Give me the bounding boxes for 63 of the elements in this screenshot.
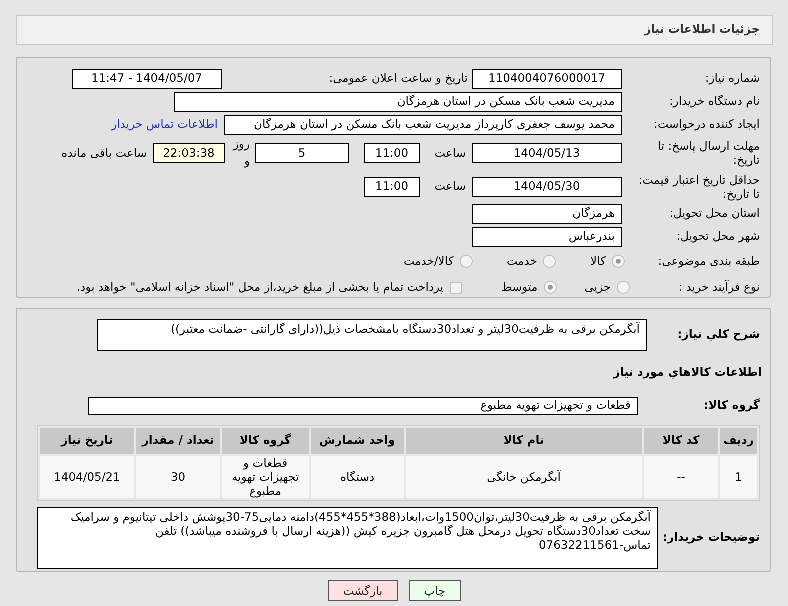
time-field: 11:00: [364, 143, 420, 164]
field-label: استان محل تحویل:: [668, 205, 761, 222]
province-field: هرمزگان: [472, 204, 622, 224]
radio-button[interactable]: [612, 255, 625, 268]
column-header: ردیف: [720, 428, 757, 454]
announce-date-field: 1404/05/07 - 11:47: [72, 68, 222, 88]
field-label: نام دستگاه خریدار:: [668, 92, 761, 110]
city-field: بندرعباس: [472, 227, 622, 247]
column-header: تاریخ نیاز: [40, 428, 134, 454]
days-field: 5: [255, 143, 349, 164]
radio-button[interactable]: [543, 255, 556, 268]
remaining-time-field: 22:03:38: [153, 143, 225, 164]
table-cell: قطعات و تجهیزات تهویه مطبوع: [222, 456, 310, 498]
field-label: تاریخ و ساعت اعلان عمومی:: [328, 70, 469, 87]
radio-label: متوسط: [502, 278, 538, 296]
remaining-label: ساعت باقی مانده: [62, 144, 148, 162]
column-header: واحد شمارش: [311, 428, 404, 454]
field-label: شهر محل تحویل:: [676, 228, 761, 246]
radio-button[interactable]: [544, 281, 557, 294]
field-label: ایجاد کننده درخواست:: [653, 116, 761, 133]
table-cell: 30: [136, 456, 220, 498]
field-label: شماره نیاز:: [704, 70, 761, 87]
buyer-field: مدیریت شعب بانک مسکن در استان هرمزگان: [174, 92, 622, 112]
radio-button[interactable]: [460, 255, 473, 268]
radio-label: جزیی: [584, 278, 611, 296]
description-field: آبگرمکن برقی به ظرفیت30لیتر و تعداد30دستگاه بامشخصات ذیل((دارای گارانتی -ضمانت معتبر)): [97, 319, 647, 351]
requester-field: محمد یوسف جعفری کارپرداز مدیریت شعب بانک مسکن در استان هرمزگان: [224, 114, 622, 134]
table-cell: 1404/05/21: [40, 456, 134, 498]
need-number-field: 1104004076000017: [472, 68, 622, 88]
back-button[interactable]: بازگشت: [328, 580, 398, 601]
column-header: نام کالا: [406, 428, 642, 454]
section-title: اطلاعات کالاهاي مورد نياز: [614, 364, 762, 381]
page-title: جزئیات اطلاعات نیاز: [644, 21, 760, 38]
field-label: مهلت ارسال پاسخ: تا تاریخ:: [656, 139, 761, 168]
time-label: ساعت: [434, 178, 467, 195]
field-label: گروه کالا:: [703, 396, 761, 414]
column-header: گروه کالا: [222, 428, 310, 454]
field-label: حداقل تاریخ اعتبار قیمت: تا تاریخ:: [638, 172, 761, 200]
field-label: توضیحات خریدار:: [662, 529, 761, 546]
print-button[interactable]: چاپ: [409, 580, 461, 601]
goods-group-field: قطعات و تجهیزات تهویه مطبوع: [88, 396, 638, 414]
table-cell: آبگرمکن خانگی: [406, 456, 642, 498]
table-cell: --: [644, 456, 718, 498]
days-label: روز و: [232, 136, 251, 170]
radio-label: خدمت: [506, 252, 538, 270]
radio-button[interactable]: [617, 281, 630, 294]
field-label: طبقه بندی موضوعی:: [657, 252, 761, 270]
column-header: تعداد / مقدار: [136, 428, 220, 454]
time-label: ساعت: [434, 144, 467, 162]
payment-note: پرداخت تمام یا بخشی از مبلغ خرید،از محل "اسناد خزانه اسلامی" خواهد بود.: [76, 278, 444, 296]
time-field: 11:00: [364, 176, 420, 196]
column-header: کد کالا: [644, 428, 718, 454]
table-cell: 1: [720, 456, 757, 498]
notes-field: آبگرمکن برقی به ظرفیت30لیتر،توان1500وات،ابعاد(388*455*455)دامنه دمایی75-30پوشش داخلی تیتانیوم و سرامیک سخت تعداد30دستگاه تحویل درمحل هتل گامبرون جزیره کیش ((هزینه ارسال با فروشنده میباشد)) تلفن تماس-07632211561: [37, 507, 658, 569]
checkbox[interactable]: [450, 282, 462, 294]
date-field: 1404/05/13: [472, 143, 622, 164]
table-cell: دستگاه: [311, 456, 404, 498]
field-label: نوع فرآیند خرید :: [678, 278, 761, 296]
contact-link[interactable]: اطلاعات تماس خریدار: [111, 116, 218, 134]
radio-label: کالا/خدمت: [404, 252, 454, 270]
radio-label: کالا: [590, 252, 606, 270]
date-field: 1404/05/30: [472, 176, 622, 196]
field-label: شرح کلي نياز:: [676, 326, 761, 344]
